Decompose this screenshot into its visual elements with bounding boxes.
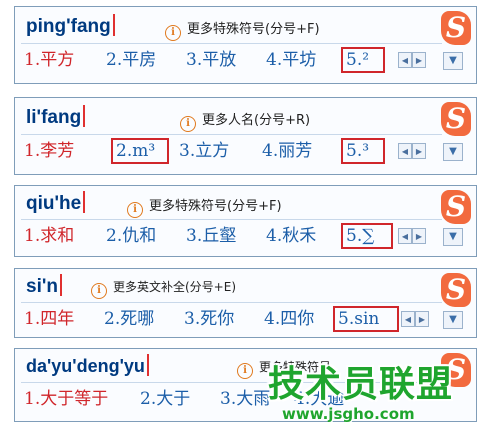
more-symbols-hint[interactable]: i 更多特殊符号(分号+F) bbox=[127, 195, 282, 218]
divider bbox=[21, 219, 442, 220]
hint-text: 更多特殊符号(分号+F) bbox=[187, 22, 320, 37]
next-page-icon[interactable]: ▶ bbox=[412, 52, 426, 68]
candidate-3[interactable]: 3.丘壑 bbox=[183, 223, 239, 249]
divider bbox=[21, 134, 442, 135]
candidate-1[interactable]: 1.大于等于 bbox=[21, 386, 111, 412]
pinyin-input[interactable]: qiu'he bbox=[26, 191, 86, 215]
candidate-5-highlighted[interactable]: 5.² bbox=[341, 47, 385, 73]
text-cursor bbox=[59, 274, 62, 296]
pinyin-text: si'n bbox=[26, 276, 58, 297]
candidate-3[interactable]: 3.大雨 bbox=[217, 386, 273, 412]
sogou-logo-icon: S bbox=[441, 11, 471, 45]
pinyin-input[interactable]: si'n bbox=[26, 274, 62, 298]
pinyin-text: li'fang bbox=[26, 107, 82, 128]
next-page-icon[interactable]: ▶ bbox=[415, 311, 429, 327]
text-cursor bbox=[146, 354, 149, 376]
pinyin-text: ping'fang bbox=[26, 16, 111, 37]
pinyin-input[interactable]: ping'fang bbox=[26, 14, 115, 38]
candidate-1[interactable]: 1.四年 bbox=[21, 306, 77, 332]
more-english-hint[interactable]: i 更多英文补全(分号+E) bbox=[91, 278, 236, 299]
candidate-1[interactable]: 1.平方 bbox=[21, 47, 77, 73]
page-nav: ◀ ▶ bbox=[398, 228, 426, 244]
candidate-4[interactable]: 4.秋禾 bbox=[263, 223, 319, 249]
ime-candidate-panel-1: ping'fang i 更多特殊符号(分号+F) S 1.平方 2.平房 3.平放… bbox=[14, 6, 477, 84]
info-icon: i bbox=[127, 202, 143, 218]
prev-page-icon[interactable]: ◀ bbox=[401, 311, 415, 327]
ime-candidate-panel-2: li'fang i 更多人名(分号+R) S 1.李芳 2.m³ 3.立方 4.丽… bbox=[14, 97, 477, 175]
next-page-icon[interactable]: ▶ bbox=[412, 228, 426, 244]
info-icon: i bbox=[180, 116, 196, 132]
candidate-2[interactable]: 2.平房 bbox=[103, 47, 159, 73]
candidate-2[interactable]: 2.仇和 bbox=[103, 223, 159, 249]
watermark-title: 技术员联盟 bbox=[268, 364, 454, 405]
ime-candidate-panel-3: qiu'he i 更多特殊符号(分号+F) S 1.求和 2.仇和 3.丘壑 4.… bbox=[14, 185, 477, 257]
candidate-3[interactable]: 3.死你 bbox=[181, 306, 237, 332]
prev-page-icon[interactable]: ◀ bbox=[398, 228, 412, 244]
menu-dropdown-icon[interactable]: ▼ bbox=[443, 228, 463, 246]
page-nav: ◀ ▶ bbox=[401, 311, 429, 327]
menu-dropdown-icon[interactable]: ▼ bbox=[443, 143, 463, 161]
divider bbox=[21, 302, 442, 303]
menu-dropdown-icon[interactable]: ▼ bbox=[443, 311, 463, 329]
sogou-logo-icon: S bbox=[441, 102, 471, 136]
candidate-3[interactable]: 3.平放 bbox=[183, 47, 239, 73]
candidate-5-highlighted[interactable]: 5.³ bbox=[341, 138, 385, 164]
text-cursor bbox=[83, 105, 86, 127]
hint-text: 更多特殊符号(分号+F) bbox=[149, 199, 282, 214]
prev-page-icon[interactable]: ◀ bbox=[398, 52, 412, 68]
more-names-hint[interactable]: i 更多人名(分号+R) bbox=[180, 109, 310, 132]
sogou-logo-icon: S bbox=[441, 190, 471, 224]
info-icon: i bbox=[91, 283, 107, 299]
candidate-1[interactable]: 1.李芳 bbox=[21, 138, 77, 164]
candidate-5-highlighted[interactable]: 5.∑ bbox=[341, 223, 393, 249]
candidate-5-highlighted[interactable]: 5.sin bbox=[333, 306, 399, 332]
candidate-4[interactable]: 4.丽芳 bbox=[259, 138, 315, 164]
more-symbols-hint[interactable]: i 更多特殊符号(分号+F) bbox=[165, 18, 320, 41]
candidate-2[interactable]: 2.死哪 bbox=[101, 306, 157, 332]
page-nav: ◀ ▶ bbox=[398, 52, 426, 68]
hint-text: 更多人名(分号+R) bbox=[202, 113, 311, 128]
info-icon: i bbox=[237, 363, 253, 379]
sogou-logo-icon: S bbox=[441, 273, 471, 307]
candidate-2-highlighted[interactable]: 2.m³ bbox=[111, 138, 169, 164]
candidate-2[interactable]: 2.大于 bbox=[137, 386, 193, 412]
ime-candidate-panel-4: si'n i 更多英文补全(分号+E) S 1.四年 2.死哪 3.死你 4.四你… bbox=[14, 268, 477, 338]
pinyin-text: qiu'he bbox=[26, 193, 82, 214]
pinyin-input[interactable]: li'fang bbox=[26, 105, 86, 129]
next-page-icon[interactable]: ▶ bbox=[412, 143, 426, 159]
info-icon: i bbox=[165, 25, 181, 41]
candidate-4[interactable]: 4.四你 bbox=[261, 306, 317, 332]
pinyin-input[interactable]: da'yu'deng'yu bbox=[26, 354, 149, 377]
hint-text: 更多英文补全(分号+E) bbox=[113, 280, 237, 294]
page-nav: ◀ ▶ bbox=[398, 143, 426, 159]
candidate-1[interactable]: 1.求和 bbox=[21, 223, 77, 249]
menu-dropdown-icon[interactable]: ▼ bbox=[443, 52, 463, 70]
divider bbox=[21, 43, 442, 44]
text-cursor bbox=[83, 191, 86, 213]
prev-page-icon[interactable]: ◀ bbox=[398, 143, 412, 159]
watermark-url: www.jsgho.com bbox=[282, 405, 415, 423]
pinyin-text: da'yu'deng'yu bbox=[26, 356, 145, 376]
text-cursor bbox=[112, 14, 115, 36]
candidate-3[interactable]: 3.立方 bbox=[176, 138, 232, 164]
watermark: 技术员联盟 www.jsgho.com bbox=[268, 365, 488, 427]
candidate-4[interactable]: 4.平坊 bbox=[263, 47, 319, 73]
